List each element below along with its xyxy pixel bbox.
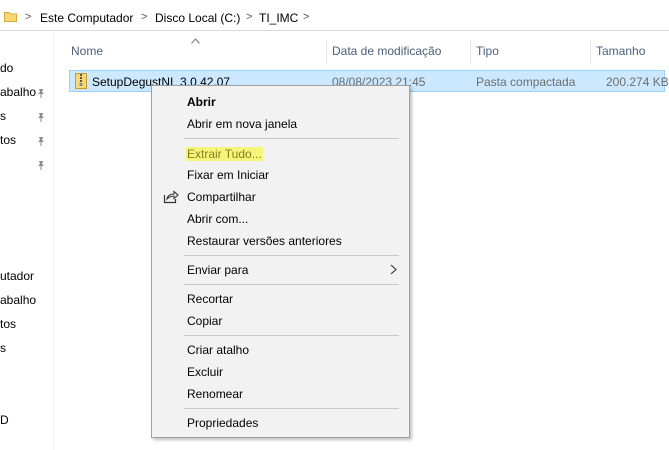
menu-item-label: Abrir xyxy=(187,95,216,109)
nav-item[interactable]: D xyxy=(0,413,9,427)
menu-item-properties[interactable]: Propriedades xyxy=(154,412,407,434)
nav-item[interactable]: tos xyxy=(0,317,16,331)
menu-item-label: Recortar xyxy=(187,292,234,306)
nav-item[interactable]: abalho xyxy=(0,85,36,99)
menu-separator xyxy=(184,255,399,256)
nav-item[interactable]: s xyxy=(0,109,6,123)
breadcrumb-este-computador[interactable]: Este Computador xyxy=(40,11,133,25)
menu-item-delete[interactable]: Excluir xyxy=(154,361,407,383)
zip-folder-icon xyxy=(75,73,87,89)
nav-item[interactable]: do xyxy=(0,61,13,75)
file-size: 200.274 KB xyxy=(606,75,669,89)
menu-separator xyxy=(184,335,399,336)
pin-icon xyxy=(38,113,44,122)
menu-item-send-to[interactable]: Enviar para xyxy=(154,259,407,281)
nav-item[interactable]: utador xyxy=(0,269,34,283)
column-divider[interactable] xyxy=(326,40,327,64)
navigation-pane: do abalho s tos utador abalho tos s D xyxy=(0,32,54,450)
menu-item-label: Enviar para xyxy=(187,263,249,277)
address-bar[interactable]: > Este Computador > Disco Local (C:) > T… xyxy=(0,4,669,31)
column-divider[interactable] xyxy=(590,40,591,64)
menu-item-label: Extrair Tudo... xyxy=(186,147,263,161)
pin-icon xyxy=(38,137,44,146)
menu-item-open-with[interactable]: Abrir com... xyxy=(154,208,407,230)
pin-icon xyxy=(38,161,44,170)
menu-separator xyxy=(184,284,399,285)
chevron-right-icon xyxy=(390,264,397,275)
breadcrumb-ti-imc[interactable]: TI_IMC xyxy=(259,11,298,25)
menu-item-label: Renomear xyxy=(187,387,244,401)
nav-item[interactable]: s xyxy=(0,341,6,355)
menu-item-label: Copiar xyxy=(187,314,223,328)
chevron-right-icon[interactable]: > xyxy=(303,11,309,23)
column-header-name[interactable]: Nome xyxy=(71,44,103,62)
menu-item-cut[interactable]: Recortar xyxy=(154,288,407,310)
menu-item-open[interactable]: Abrir xyxy=(154,91,407,113)
nav-item[interactable]: abalho xyxy=(0,293,36,307)
column-header-type[interactable]: Tipo xyxy=(476,44,499,62)
folder-icon xyxy=(4,12,17,22)
breadcrumb-disco-local[interactable]: Disco Local (C:) xyxy=(155,11,240,25)
column-header-size[interactable]: Tamanho xyxy=(596,44,645,62)
menu-item-label: Fixar em Iniciar xyxy=(187,168,270,182)
context-menu: Abrir Abrir em nova janela Extrair Tudo.… xyxy=(151,85,410,438)
column-divider[interactable] xyxy=(470,40,471,64)
column-header-modified[interactable]: Data de modificação xyxy=(332,44,441,62)
menu-item-restore-versions[interactable]: Restaurar versões anteriores xyxy=(154,230,407,252)
menu-item-label: Criar atalho xyxy=(187,343,250,357)
menu-item-label: Abrir em nova janela xyxy=(187,117,298,131)
pin-icon xyxy=(38,89,44,98)
menu-separator xyxy=(184,138,399,139)
menu-item-rename[interactable]: Renomear xyxy=(154,383,407,405)
share-icon xyxy=(163,190,179,204)
menu-item-share[interactable]: Compartilhar xyxy=(154,186,407,208)
menu-item-open-new-window[interactable]: Abrir em nova janela xyxy=(154,113,407,135)
file-type: Pasta compactada xyxy=(476,75,576,89)
menu-item-copy[interactable]: Copiar xyxy=(154,310,407,332)
menu-item-label: Excluir xyxy=(187,365,224,379)
chevron-right-icon[interactable]: > xyxy=(141,11,147,23)
menu-separator xyxy=(184,408,399,409)
menu-item-label: Propriedades xyxy=(187,416,259,430)
menu-item-label: Restaurar versões anteriores xyxy=(187,234,342,248)
menu-item-label: Compartilhar xyxy=(187,190,256,204)
menu-item-extract-all[interactable]: Extrair Tudo... xyxy=(154,143,407,165)
chevron-right-icon[interactable]: > xyxy=(25,11,31,23)
sort-ascending-icon xyxy=(191,38,200,44)
menu-item-pin-start[interactable]: Fixar em Iniciar xyxy=(154,164,407,186)
menu-item-label: Abrir com... xyxy=(187,212,249,226)
chevron-right-icon[interactable]: > xyxy=(246,11,252,23)
menu-item-create-shortcut[interactable]: Criar atalho xyxy=(154,339,407,361)
nav-item[interactable]: tos xyxy=(0,133,16,147)
